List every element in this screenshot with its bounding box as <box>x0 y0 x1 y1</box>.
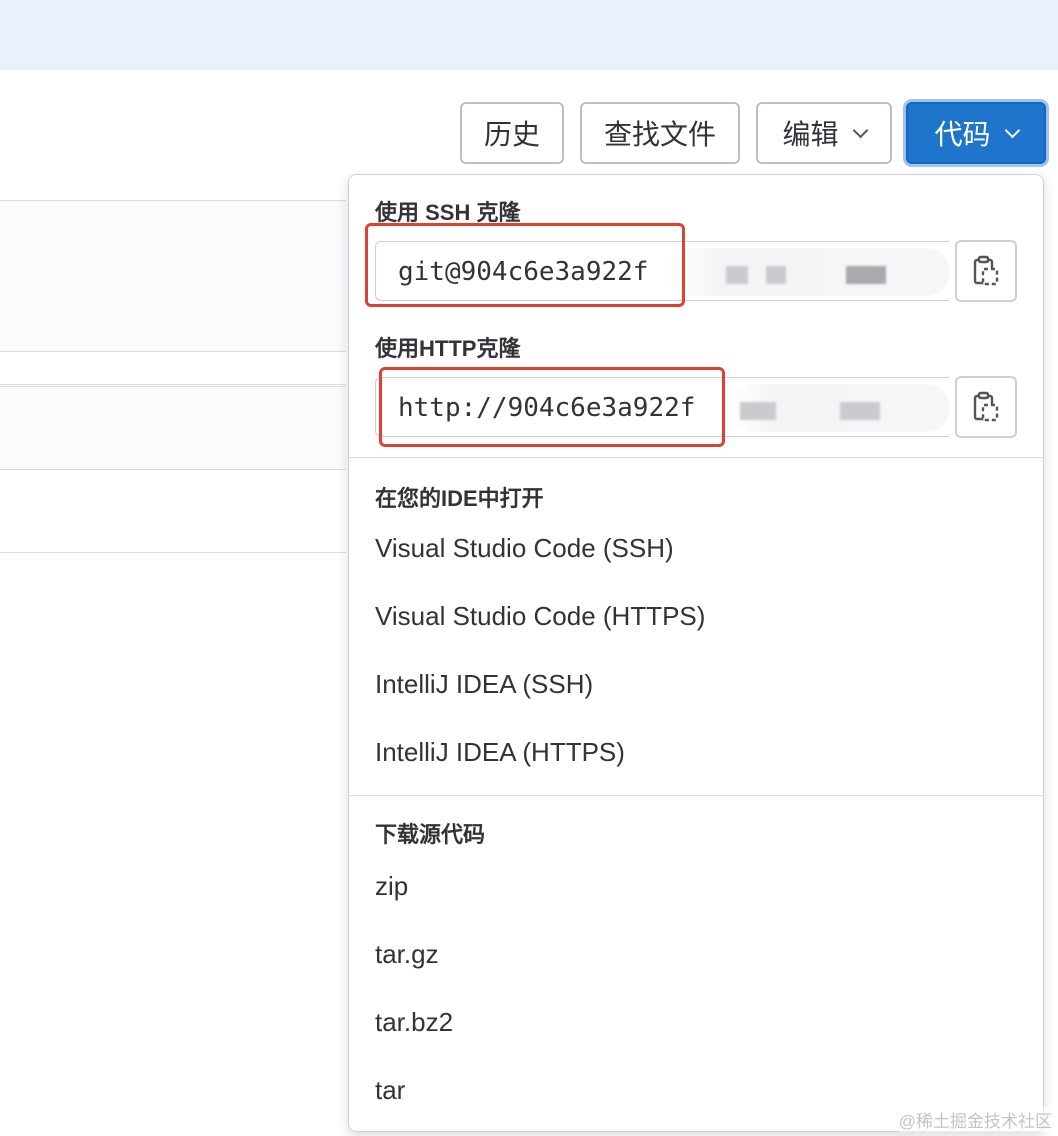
redaction-blob <box>766 266 786 284</box>
menu-item-vscode-ssh[interactable]: Visual Studio Code (SSH) <box>375 533 674 564</box>
file-list-row <box>0 470 346 553</box>
menu-item-intellij-ssh[interactable]: IntelliJ IDEA (SSH) <box>375 669 593 700</box>
ssh-clone-title: 使用 SSH 克隆 <box>375 200 521 225</box>
chevron-down-icon <box>852 122 868 138</box>
ssh-clone-url-field[interactable]: git@904c6e3a922f <box>375 241 949 301</box>
redaction-blob <box>840 402 880 420</box>
find-file-button[interactable]: 查找文件 <box>580 102 740 164</box>
divider <box>349 795 1043 796</box>
edit-button-label: 编辑 <box>782 119 839 150</box>
redacted-area <box>730 384 949 432</box>
top-bar <box>0 0 1058 70</box>
history-button-label: 历史 <box>483 119 540 150</box>
menu-item-download-tar-bz2[interactable]: tar.bz2 <box>375 1007 453 1038</box>
redacted-area <box>666 248 949 296</box>
menu-item-vscode-https[interactable]: Visual Studio Code (HTTPS) <box>375 601 705 632</box>
http-clone-title: 使用HTTP克隆 <box>375 336 521 361</box>
menu-item-download-zip[interactable]: zip <box>375 871 408 902</box>
chevron-down-icon <box>1004 122 1020 138</box>
watermark: @稀土掘金技术社区 <box>898 1107 1052 1132</box>
history-button[interactable]: 历史 <box>460 102 564 164</box>
redaction-blob <box>846 266 886 284</box>
download-source-title: 下载源代码 <box>375 822 486 847</box>
code-button-label: 代码 <box>934 119 991 150</box>
clipboard-copy-icon <box>973 255 999 286</box>
menu-item-download-tar-gz[interactable]: tar.gz <box>375 939 439 970</box>
http-clone-url: http://904c6e3a922f <box>398 393 696 423</box>
find-file-button-label: 查找文件 <box>603 119 716 150</box>
clipboard-copy-icon <box>973 391 999 422</box>
file-list-row <box>0 352 346 385</box>
code-dropdown-button[interactable]: 代码 <box>906 102 1046 164</box>
copy-http-url-button[interactable] <box>955 376 1017 438</box>
open-in-ide-title: 在您的IDE中打开 <box>375 486 544 511</box>
edit-dropdown-button[interactable]: 编辑 <box>756 102 892 164</box>
file-list-row <box>0 200 346 352</box>
redaction-blob <box>726 266 748 284</box>
file-list-row <box>0 386 346 470</box>
http-clone-url-field[interactable]: http://904c6e3a922f <box>375 377 949 437</box>
divider <box>349 457 1043 458</box>
copy-ssh-url-button[interactable] <box>955 240 1017 302</box>
code-dropdown-menu: 使用 SSH 克隆 git@904c6e3a922f 使用HTTP克隆 http… <box>348 174 1044 1132</box>
menu-item-intellij-https[interactable]: IntelliJ IDEA (HTTPS) <box>375 737 625 768</box>
menu-item-download-tar[interactable]: tar <box>375 1075 405 1106</box>
ssh-clone-url: git@904c6e3a922f <box>398 257 649 287</box>
redaction-blob <box>740 402 776 420</box>
